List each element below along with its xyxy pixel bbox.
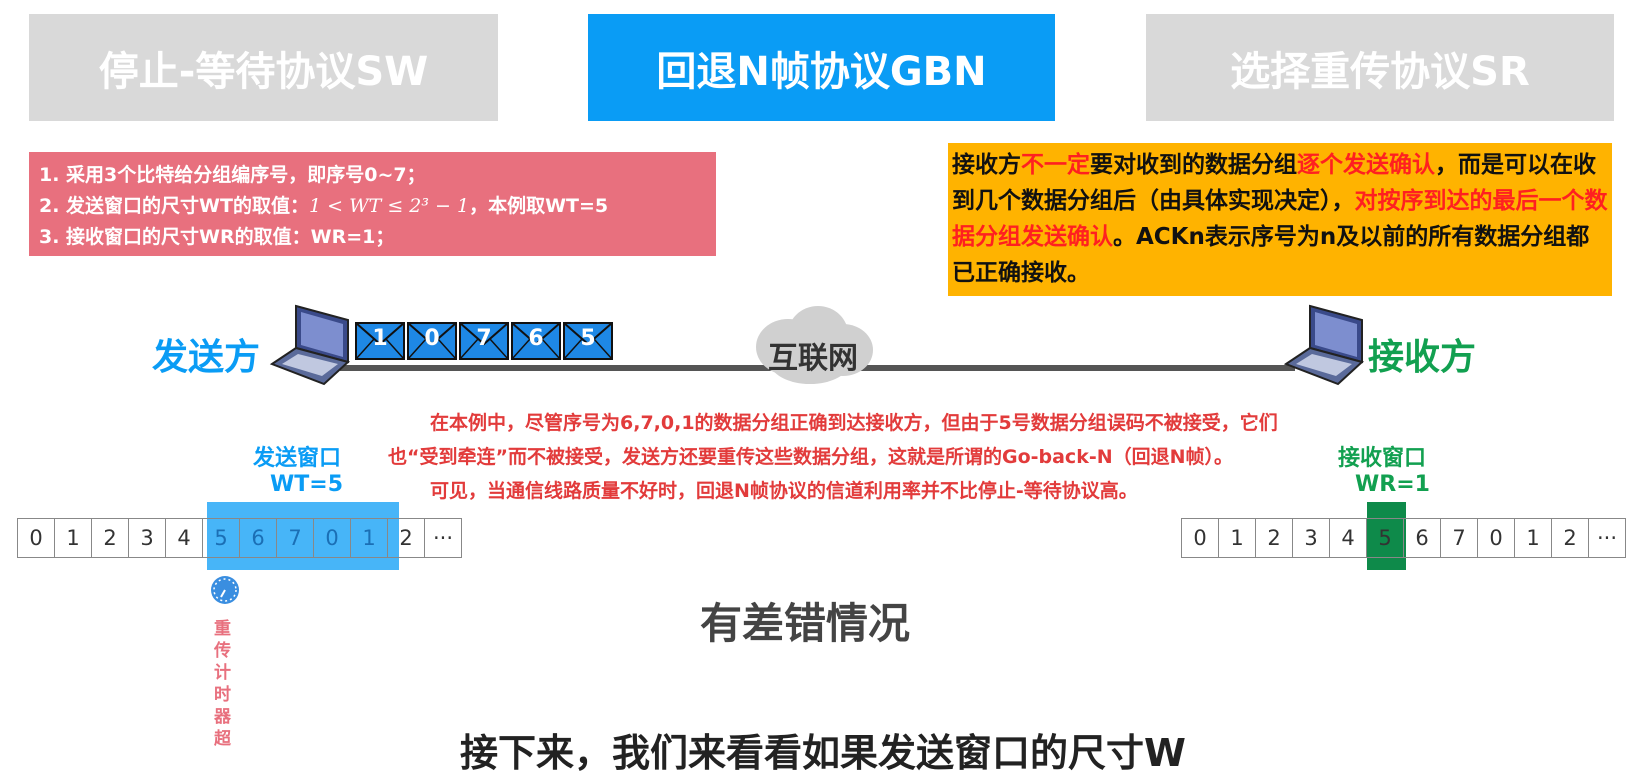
recv-window-title: 接收窗口: [1338, 446, 1427, 471]
sequence-cell: 1: [1219, 519, 1256, 557]
sequence-cell: 3: [129, 519, 166, 557]
rule-line-2-suffix: ，本例取WT=5: [469, 195, 609, 217]
tab-stop-and-wait[interactable]: 停止-等待协议SW: [29, 14, 498, 121]
sequence-cell: 2: [1552, 519, 1589, 557]
sequence-cell: 2: [92, 519, 129, 557]
sequence-cell: ···: [1589, 519, 1626, 557]
tab-go-back-n[interactable]: 回退N帧协议GBN: [588, 14, 1055, 121]
note-text-4: 逐个发送确认: [1297, 152, 1435, 178]
sequence-cell: ···: [425, 519, 462, 557]
rule-line-2-math: 1 < WT ≤ 2³ − 1: [308, 195, 470, 217]
explanation-line-3: 可见，当通信线路质量不好时，回退N帧协议的信道利用率并不比停止-等待协议高。: [430, 480, 1138, 502]
sequence-cell: 4: [166, 519, 203, 557]
rule-line-3: 3. 接收窗口的尺寸WR的取值：WR=1；: [39, 226, 395, 248]
packet-seq-label: 6: [528, 326, 544, 351]
tab-selective-repeat[interactable]: 选择重传协议SR: [1146, 14, 1614, 121]
sequence-cell: 3: [1293, 519, 1330, 557]
sequence-cell: 5: [1367, 519, 1404, 557]
sender-laptop-icon: [269, 304, 351, 386]
rules-box: 1. 采用3个比特给分组编序号，即序号0~7； 2. 发送窗口的尺寸WT的取值：…: [29, 152, 716, 256]
explanation-line-1: 在本例中，尽管序号为6,7,0,1的数据分组正确到达接收方，但由于5号数据分组误…: [430, 412, 1278, 434]
packet-seq-label: 0: [424, 326, 440, 351]
timer-clock-icon: [211, 576, 239, 604]
sequence-cell: 1: [351, 519, 388, 557]
send-window-size: WT=5: [270, 472, 344, 497]
note-box: 接收方不一定要对收到的数据分组逐个发送确认，而是可以在收到几个数据分组后（由具体…: [948, 143, 1612, 296]
send-window-title: 发送窗口: [253, 446, 342, 471]
sequence-cell: 1: [1515, 519, 1552, 557]
scenario-caption: 有差错情况: [700, 599, 911, 648]
sequence-cell: 2: [388, 519, 425, 557]
recv-window-size: WR=1: [1355, 472, 1430, 497]
sequence-cell: 4: [1330, 519, 1367, 557]
sequence-cell: 7: [277, 519, 314, 557]
send-sequence-row: 0 1 2 3 4 5 6 7 0 1 2 ···: [17, 518, 462, 558]
sequence-cell: 0: [314, 519, 351, 557]
note-text-1: 接收方: [952, 152, 1021, 178]
note-text-3: 要对收到的数据分组: [1090, 152, 1297, 178]
sequence-cell: 6: [1404, 519, 1441, 557]
rule-line-2-prefix: 2. 发送窗口的尺寸WT的取值：: [39, 195, 309, 217]
packet-seq-label: 1: [372, 326, 388, 351]
retransmit-timer-label: 重传计时器超: [214, 619, 231, 749]
sequence-cell: 0: [18, 519, 55, 557]
sequence-cell: 7: [1441, 519, 1478, 557]
receiver-label: 接收方: [1368, 337, 1477, 378]
note-text-2: 不一定: [1021, 152, 1090, 178]
packet-seq-label: 7: [476, 326, 492, 351]
sequence-cell: 0: [1478, 519, 1515, 557]
rule-line-1: 1. 采用3个比特给分组编序号，即序号0~7；: [39, 164, 426, 186]
sequence-cell: 1: [55, 519, 92, 557]
packet-seq-label: 5: [580, 326, 596, 351]
sequence-cell: 6: [240, 519, 277, 557]
sequence-cell: 0: [1182, 519, 1219, 557]
video-subtitle: 接下来，我们来看看如果发送窗口的尺寸W: [460, 731, 1186, 775]
sequence-cell: 2: [1256, 519, 1293, 557]
sender-label: 发送方: [152, 337, 261, 378]
recv-sequence-row: 0 1 2 3 4 5 6 7 0 1 2 ···: [1181, 518, 1626, 558]
sequence-cell: 5: [203, 519, 240, 557]
rule-line-2: 2. 发送窗口的尺寸WT的取值：1 < WT ≤ 2³ − 1，本例取WT=5: [39, 191, 706, 222]
receiver-laptop-icon: [1283, 304, 1365, 386]
internet-label: 互联网: [768, 341, 858, 376]
explanation-line-2: 也“受到牵连”而不被接受，发送方还要重传这些数据分组，这就是所谓的Go-back…: [388, 446, 1234, 468]
